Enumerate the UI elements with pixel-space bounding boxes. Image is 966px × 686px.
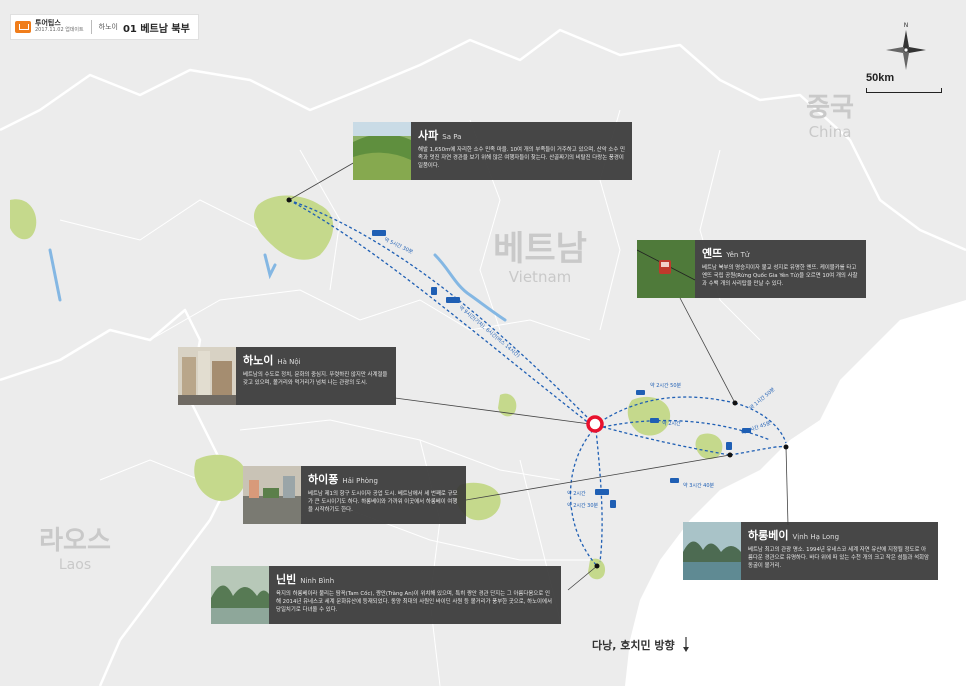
map-title: 01 베트남 북부 [122, 23, 190, 35]
yentu-name-en: Yên Tử [726, 251, 750, 259]
yentu-photo [637, 240, 695, 298]
halong-desc: 베트남 최고의 관광 명소. 1994년 유네스코 세계 자연 유산에 지정될 … [748, 547, 929, 570]
callout-yentu: 옌뜨 Yên Tử 베트남 북부의 명승지이자 불교 성지로 유명한 옌뜨. 케이… [637, 240, 866, 298]
bus-icon [636, 390, 645, 395]
map-header: 투어팁스 2017.11.02 업데이트 하노이 01 베트남 북부 [10, 14, 199, 40]
halong-name-en: Vịnh Hạ Long [792, 533, 840, 541]
halong-name-ko: 하롱베이 [748, 529, 789, 542]
halong-photo [683, 522, 741, 580]
route-label-ninhbinh-bus: 약 2시간 30분 [567, 503, 599, 509]
route-label-yentu: 약 2시간 50분 [650, 383, 682, 389]
bus-icon [670, 478, 679, 483]
bus-icon [650, 418, 659, 423]
yentu-desc: 베트남 북부의 명승지이자 불교 성지로 유명한 옌뜨. 케이블카를 타고 옌뜨… [702, 265, 858, 288]
callout-sapa: 사파 Sa Pa 해발 1,650m에 자리한 소수 민족 마을. 10여 개의 … [353, 122, 632, 180]
sapa-name-ko: 사파 [418, 129, 439, 142]
haiphong-desc: 베트남 제1의 항구 도시이자 공업 도시. 베트남에서 세 번째로 규모가 큰… [308, 491, 458, 514]
ninhbinh-dot [594, 563, 600, 569]
hanoi-marker [586, 415, 604, 433]
callout-halong: 하롱베이 Vịnh Hạ Long 베트남 최고의 관광 명소. 1994년 유네… [683, 522, 938, 580]
country-label-china: 중국 China [795, 95, 865, 140]
laos-en: Laos [58, 557, 92, 573]
update-date: 2017.11.02 업데이트 [35, 27, 84, 34]
china-ko: 중국 [806, 93, 854, 123]
halong-dot [783, 444, 789, 450]
route-label-halong: 약 2시간 [662, 421, 681, 427]
country-label-laos: 라오스 Laos [30, 528, 120, 572]
header-divider [90, 20, 92, 34]
north-label: N [904, 22, 909, 29]
yentu-name-ko: 옌뜨 [702, 247, 723, 260]
haiphong-dot [727, 452, 733, 458]
sea-area [625, 300, 966, 686]
direction-label: 다낭, 호치민 방향 [592, 637, 691, 653]
sapa-dot [286, 197, 292, 203]
vietnam-en: Vietnam [508, 268, 572, 286]
bus-icon [431, 287, 437, 295]
haiphong-name-ko: 하이퐁 [308, 473, 339, 486]
brand-name: 투어팁스 2017.11.02 업데이트 [35, 20, 84, 33]
train-icon [446, 297, 460, 303]
train-icon [595, 489, 609, 495]
arrow-down-icon [682, 637, 689, 652]
bus-icon [726, 442, 732, 450]
hanoi-photo [178, 347, 236, 405]
scale-label: 50km [866, 72, 895, 84]
ninhbinh-photo [211, 566, 269, 624]
route-label-haiphong-halong: 약 3시간 40분 [683, 483, 715, 489]
china-en: China [808, 123, 852, 141]
hanoi-name-ko: 하노이 [243, 354, 274, 367]
yentu-dot [732, 400, 738, 406]
callout-ninhbinh: 닌빈 Ninh Bình 육지의 하롱베이라 불리는 땀꼭(Tam Cốc), 짱… [211, 566, 561, 624]
header-city: 하노이 [98, 23, 118, 31]
logo-icon [15, 21, 31, 33]
bus-icon [610, 500, 616, 508]
sapa-desc: 해발 1,650m에 자리한 소수 민족 마을. 10여 개의 부족들이 거주하… [418, 147, 625, 170]
laos-ko: 라오스 [39, 526, 111, 556]
ninhbinh-name-en: Ninh Bình [300, 577, 335, 585]
vietnam-ko: 베트남 [493, 229, 587, 269]
scale-bar [866, 88, 942, 93]
haiphong-photo [243, 466, 301, 524]
brand-logo: 투어팁스 2017.11.02 업데이트 [15, 20, 84, 33]
route-label-ninhbinh-train: 약 2시간 [567, 491, 586, 497]
ninhbinh-desc: 육지의 하롱베이라 불리는 땀꼭(Tam Cốc), 짱안(Tràng An)이… [276, 591, 552, 614]
sapa-photo [353, 122, 411, 180]
hanoi-name-en: Hà Nội [277, 358, 301, 366]
hanoi-desc: 베트남의 수도로 정치, 문화의 중심지. 뚜렷하진 않지만 사계절을 갖고 있… [243, 372, 388, 387]
callout-hanoi: 하노이 Hà Nội 베트남의 수도로 정치, 문화의 중심지. 뚜렷하진 않지만… [178, 347, 396, 405]
sapa-name-en: Sa Pa [442, 133, 462, 141]
compass-icon: N [886, 22, 926, 70]
map-stage: 중국 China 베트남 Vietnam 라오스 Laos 약 5시간 30분 … [0, 0, 966, 686]
train-icon [372, 230, 386, 236]
ninhbinh-name-ko: 닌빈 [276, 573, 297, 586]
country-label-vietnam: 베트남 Vietnam [480, 232, 600, 285]
direction-text: 다낭, 호치민 방향 [592, 639, 675, 652]
haiphong-name-en: Hải Phòng [342, 477, 378, 485]
callout-haiphong: 하이퐁 Hải Phòng 베트남 제1의 항구 도시이자 공업 도시. 베트남에… [243, 466, 466, 524]
